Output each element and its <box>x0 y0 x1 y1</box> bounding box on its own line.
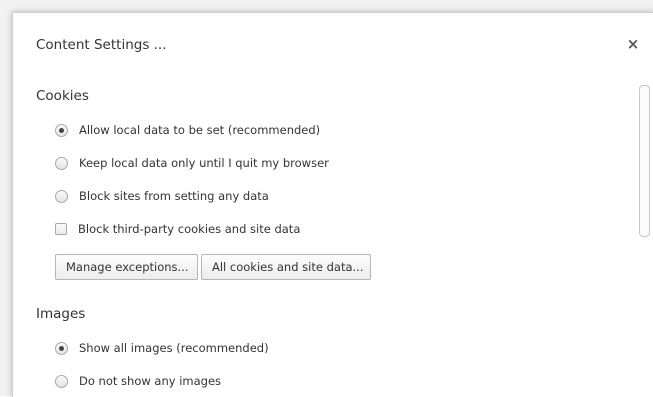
images-heading: Images <box>36 306 86 322</box>
checkbox-label: Block third-party cookies and site data <box>78 222 301 236</box>
radio-label: Block sites from setting any data <box>79 189 269 203</box>
radio-do-not-show-images[interactable]: Do not show any images <box>55 372 221 390</box>
radio-button[interactable] <box>55 156 68 170</box>
manage-exceptions-button[interactable]: Manage exceptions... <box>55 254 198 280</box>
radio-button[interactable] <box>55 374 68 388</box>
content-settings-dialog: Content Settings ... × Cookies Allow loc… <box>12 12 653 397</box>
radio-button-selected[interactable] <box>55 341 68 355</box>
radio-label: Show all images (recommended) <box>79 341 269 355</box>
checkbox-block-third-party-cookies[interactable]: Block third-party cookies and site data <box>55 220 300 238</box>
scrollbar-thumb[interactable] <box>639 85 650 237</box>
checkbox[interactable] <box>55 223 67 235</box>
radio-label: Allow local data to be set (recommended) <box>79 123 321 137</box>
radio-label: Do not show any images <box>79 374 222 388</box>
radio-keep-local-data-until-quit[interactable]: Keep local data only until I quit my bro… <box>55 154 329 172</box>
radio-show-all-images[interactable]: Show all images (recommended) <box>55 339 269 357</box>
radio-block-sites-setting-data[interactable]: Block sites from setting any data <box>55 187 269 205</box>
radio-button[interactable] <box>55 189 68 203</box>
dialog-title: Content Settings ... <box>36 37 167 53</box>
close-icon[interactable]: × <box>626 35 640 53</box>
radio-label: Keep local data only until I quit my bro… <box>79 156 329 170</box>
radio-button-selected[interactable] <box>55 123 68 137</box>
cookies-heading: Cookies <box>36 88 89 104</box>
all-cookies-and-site-data-button[interactable]: All cookies and site data... <box>201 254 371 280</box>
radio-allow-local-data[interactable]: Allow local data to be set (recommended) <box>55 121 320 139</box>
